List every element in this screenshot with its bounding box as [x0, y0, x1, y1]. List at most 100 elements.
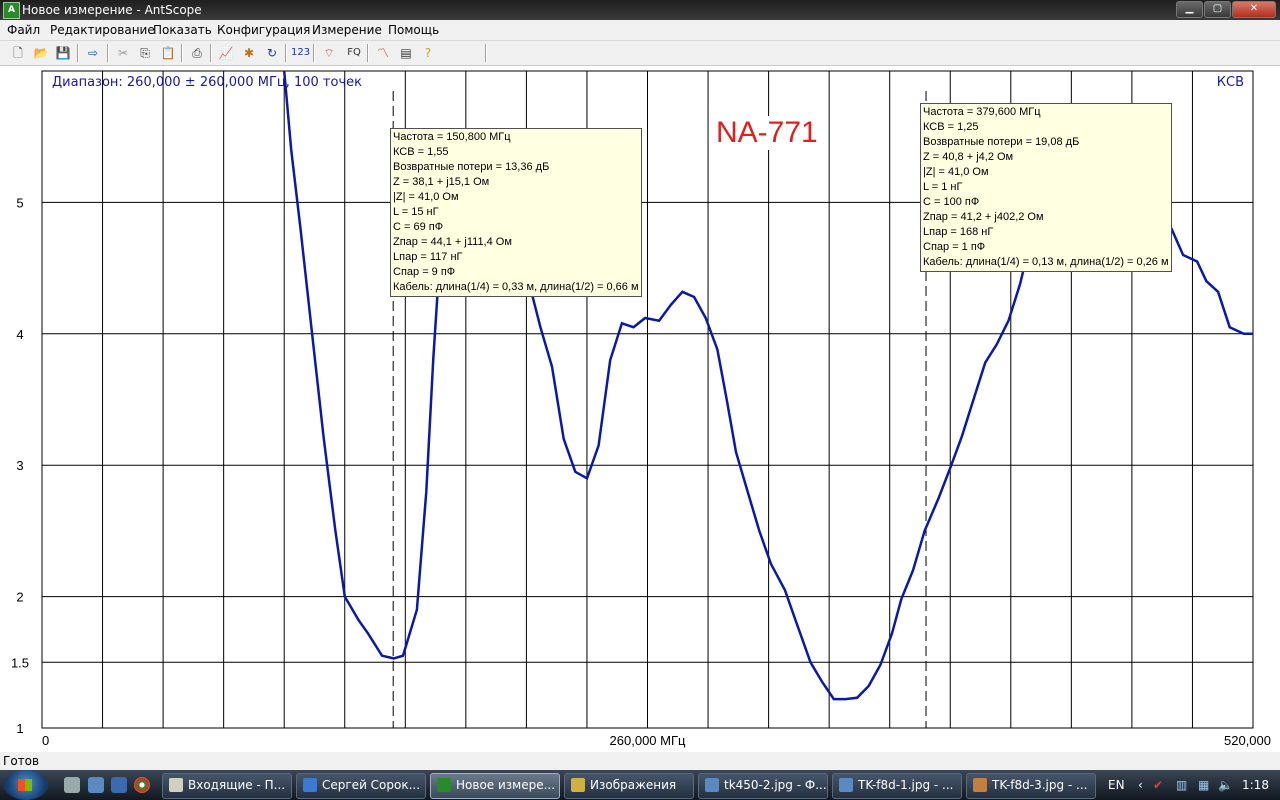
toolbar-separator [210, 44, 212, 62]
tooltip-line: Zпар = 41,2 + j402,2 Ом [923, 211, 1044, 223]
tooltip-line: Частота = 150,800 МГц [393, 131, 511, 143]
y-tick-label: 5 [16, 195, 23, 210]
network-icon[interactable]: ▥ [1176, 770, 1187, 800]
maximize-button[interactable]: ▢ [1204, 1, 1231, 18]
desktop-icon[interactable] [111, 777, 127, 793]
y-tick-label: 1 [16, 721, 23, 736]
toolbar-separator [485, 44, 487, 62]
x-tick-label: 0 [42, 733, 49, 748]
y-tick-label: 1.5 [11, 655, 29, 670]
menu-measurement[interactable]: Измерение [312, 23, 382, 37]
window-controls: ▁ ▢ ✕ [1175, 1, 1276, 18]
marker-1-tooltip: Частота = 150,800 МГц КСВ = 1,55 Возвратны… [390, 128, 642, 297]
tooltip-line: |Z| = 41,0 Ом [923, 166, 989, 178]
x-tick-label: 260,000 МГц [610, 733, 686, 748]
window-title: Новое измерение - AntScope [22, 3, 202, 17]
y-tick-label: 3 [16, 458, 23, 473]
tooltip-line: C = 100 пФ [923, 196, 980, 208]
close-button[interactable]: ✕ [1232, 1, 1276, 18]
tooltip-line: Z = 38,1 + j15,1 Ом [393, 176, 490, 188]
tooltip-line: Z = 40,8 + j4,2 Ом [923, 151, 1014, 163]
y-tick-label: 4 [16, 327, 23, 342]
tooltip-line: L = 15 нГ [393, 206, 439, 218]
toolbar-separator [181, 44, 183, 62]
task-tk450[interactable]: tk450-2.jpg - Ф... [698, 773, 828, 799]
tooltip-line: Lпар = 168 нГ [923, 226, 994, 238]
fq-button[interactable]: FQ [343, 44, 365, 62]
antscope-icon [437, 778, 451, 792]
toolbar-separator [285, 44, 287, 62]
antenna-icon[interactable]: ⌔ [320, 44, 338, 62]
mode-label: КСВ [1216, 75, 1244, 90]
print-icon[interactable]: ⎙ [188, 44, 206, 62]
task-antscope[interactable]: Новое измере... [430, 773, 560, 799]
menu-file[interactable]: Файл [7, 23, 40, 37]
curve-icon[interactable]: 〽 [374, 44, 392, 62]
tooltip-line: Возвратные потери = 19,08 дБ [923, 136, 1080, 148]
paste-icon[interactable]: 📋 [159, 44, 177, 62]
tooltip-line: Cпар = 9 пФ [393, 266, 456, 278]
toolbar-separator [107, 44, 109, 62]
minimize-button[interactable]: ▁ [1176, 1, 1203, 18]
range-label: Диапазон: 260,000 ± 260,000 МГц, 100 точ… [52, 75, 362, 90]
task-inbox[interactable]: Входящие - П... [162, 773, 292, 799]
task-tkf8d1[interactable]: TK-f8d-1.jpg - ... [832, 773, 962, 799]
copy-icon[interactable]: ⎘ [136, 44, 154, 62]
numeric-button[interactable]: 123 [291, 44, 310, 62]
paint-icon [973, 778, 987, 792]
x-tick-label: 520,000 [1224, 733, 1271, 748]
task-images[interactable]: Изображения [564, 773, 694, 799]
table-icon[interactable]: ▤ [397, 44, 415, 62]
tooltip-line: |Z| = 41,0 Ом [393, 191, 459, 203]
title-bar[interactable]: A Новое измерение - AntScope ▁ ▢ ✕ [0, 0, 1280, 20]
chrome-icon[interactable] [134, 777, 150, 793]
help-icon[interactable]: ? [419, 44, 437, 62]
tooltip-line: Кабель: длина(1/4) = 0,33 м, длина(1/2) … [393, 281, 639, 293]
tooltip-line: C = 69 пФ [393, 221, 444, 233]
clock[interactable]: 1:18 [1242, 770, 1269, 800]
volume-icon[interactable]: 🔈 [1218, 770, 1233, 800]
settings-icon[interactable]: ✱ [240, 44, 258, 62]
open-folder-icon[interactable]: 📂 [32, 44, 50, 62]
toolbar-separator [367, 44, 369, 62]
taskbar: Входящие - П... Сергей Сорок... Новое из… [0, 770, 1280, 800]
chart-area[interactable]: 1 1.5 2 3 4 5 0 260,000 МГц 520,000 Диапазон: 26… [0, 66, 1280, 752]
refresh-icon[interactable]: ↻ [263, 44, 281, 62]
export-icon[interactable]: ⇨ [84, 44, 102, 62]
language-indicator[interactable]: EN [1108, 770, 1125, 800]
watermark-label: NA-771 [712, 116, 822, 150]
menu-configuration[interactable]: Конфигурация [217, 23, 310, 37]
image-icon [705, 778, 719, 792]
explorer-icon[interactable] [88, 777, 104, 793]
start-button[interactable] [4, 770, 48, 800]
tooltip-line: Возвратные потери = 13,36 дБ [393, 161, 550, 173]
monitor-icon[interactable]: ▦ [1198, 770, 1209, 800]
tooltip-line: КСВ = 1,55 [393, 146, 449, 158]
tooltip-line: Lпар = 117 нГ [393, 251, 463, 263]
antivirus-icon[interactable]: ✔ [1153, 770, 1163, 800]
graph-icon[interactable]: 📈 [217, 44, 235, 62]
toolbar-separator [313, 44, 315, 62]
tray-expand-icon[interactable]: ‹ [1138, 770, 1143, 800]
ie-icon [303, 778, 317, 792]
folder-icon [571, 778, 585, 792]
marker-2-tooltip: Частота = 379,600 МГц КСВ = 1,25 Возвратны… [920, 103, 1172, 272]
task-tkf8d3[interactable]: TK-f8d-3.jpg - ... [966, 773, 1096, 799]
menu-view[interactable]: Показать [153, 23, 212, 37]
menu-edit[interactable]: Редактирование [50, 23, 155, 37]
new-file-icon[interactable]: 🗋 [9, 44, 27, 62]
tooltip-line: Zпар = 44,1 + j111,4 Ом [393, 236, 512, 248]
save-icon[interactable]: 💾 [54, 44, 72, 62]
menu-help[interactable]: Помощь [388, 23, 439, 37]
status-bar: Готов [0, 752, 1280, 770]
calculator-icon[interactable] [64, 777, 80, 793]
task-browser[interactable]: Сергей Сорок... [296, 773, 426, 799]
tooltip-line: КСВ = 1,25 [923, 121, 979, 133]
tooltip-line: Кабель: длина(1/4) = 0,13 м, длина(1/2) … [923, 256, 1169, 268]
tooltip-line: L = 1 нГ [923, 181, 963, 193]
toolbar: 🗋 📂 💾 ⇨ ✂ ⎘ 📋 ⎙ 📈 ✱ ↻ 123 ⌔ FQ 〽 ▤ ? [0, 41, 1280, 66]
image-icon [839, 778, 853, 792]
toolbar-separator [77, 44, 79, 62]
menu-bar: Файл Редактирование Показать Конфигураци… [0, 20, 1280, 41]
cut-icon[interactable]: ✂ [114, 44, 132, 62]
